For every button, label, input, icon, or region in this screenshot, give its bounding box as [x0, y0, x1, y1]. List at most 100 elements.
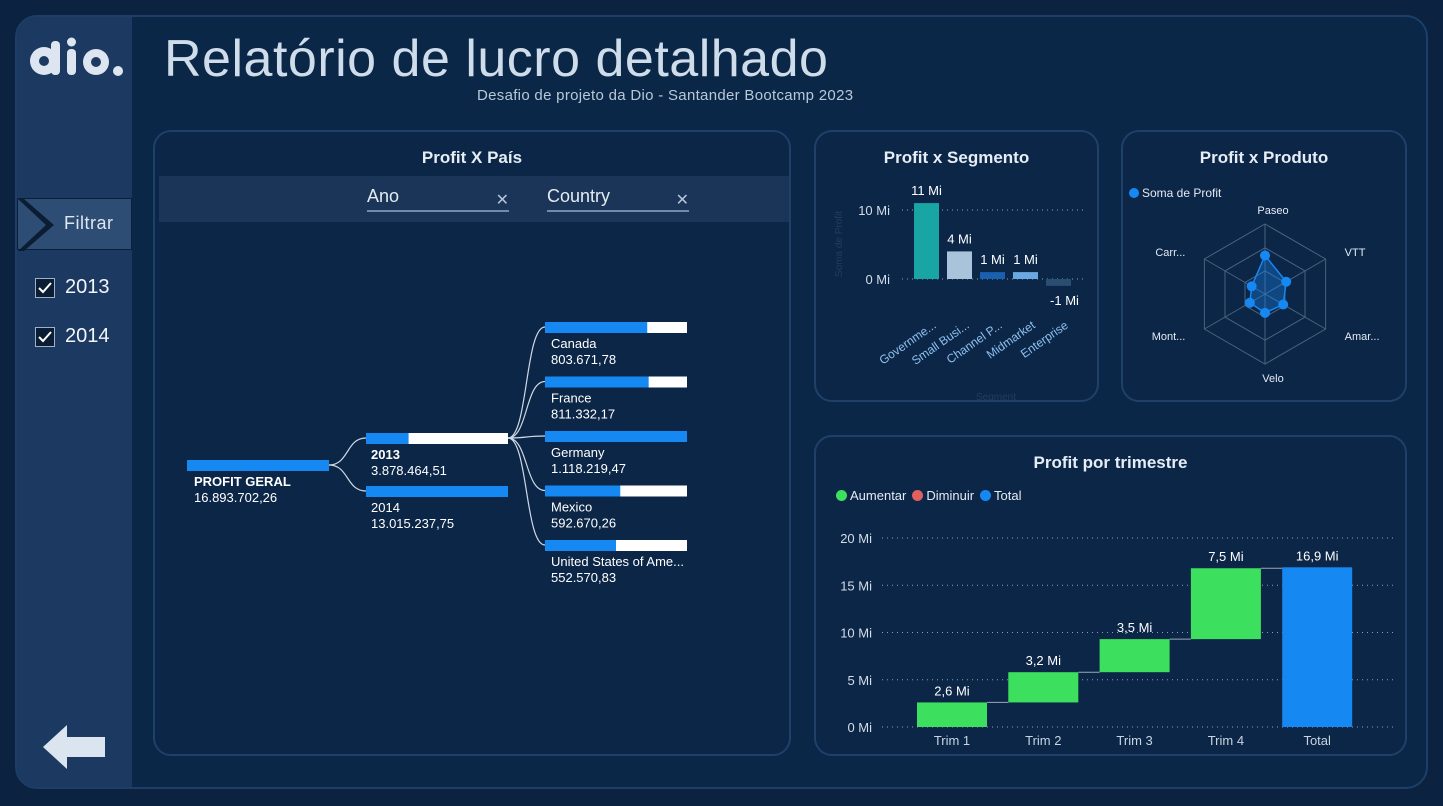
- radar-point[interactable]: [1260, 250, 1270, 261]
- waterfall-bar[interactable]: [917, 702, 987, 727]
- tree-connector: [507, 380, 546, 439]
- y-tick-label: 0 Mi: [865, 272, 890, 287]
- tree-country-value: 803.671,78: [551, 352, 616, 367]
- tree-year-label: 2014: [371, 500, 400, 515]
- legend-item-aumentar: Aumentar: [836, 488, 906, 503]
- slicer-country[interactable]: Country ✕: [547, 184, 689, 212]
- tree-country-value: 811.332,17: [551, 407, 615, 422]
- filter-button[interactable]: Filtrar: [17, 198, 132, 251]
- data-label: 7,5 Mi: [1208, 549, 1244, 564]
- x-axis-title: Segment: [976, 392, 1016, 402]
- radar-point[interactable]: [1281, 276, 1292, 287]
- tree-connector: [328, 464, 367, 492]
- segment-bar[interactable]: [914, 203, 939, 279]
- waterfall-bar[interactable]: [1190, 568, 1261, 640]
- legend-dot: [1129, 188, 1139, 198]
- legend-label: Soma de Profit: [1142, 186, 1222, 200]
- check-icon: [38, 281, 52, 293]
- waterfall-bar[interactable]: [1008, 672, 1079, 703]
- x-tick-label: Trim 1: [934, 733, 970, 748]
- tree-connector: [507, 437, 546, 546]
- report-frame: Filtrar 2013 2014 Relatório de lucro det…: [15, 15, 1428, 789]
- radar-axis-label: VTT: [1345, 247, 1366, 259]
- back-arrow-icon[interactable]: [43, 725, 105, 769]
- tree-connector: [507, 326, 546, 439]
- tree-year-bar[interactable]: [366, 433, 409, 444]
- close-icon[interactable]: ✕: [496, 190, 509, 210]
- slicer-bar: Ano ✕ Country ✕: [159, 176, 789, 222]
- waterfall-legend: Aumentar Diminuir Total: [836, 488, 1022, 503]
- tree-root-label: PROFIT GERAL: [194, 474, 291, 489]
- tree-year-label: 2013: [371, 447, 400, 462]
- tree-country-value: 592.670,26: [551, 516, 616, 531]
- y-tick-label: 5 Mi: [847, 673, 872, 688]
- tree-country-bar[interactable]: [545, 322, 648, 333]
- data-label: 2,6 Mi: [934, 683, 970, 698]
- card-profit-trimestre: Profit por trimestre Aumentar Diminuir T…: [814, 435, 1407, 756]
- tree-country-bar[interactable]: [545, 431, 687, 442]
- tree-country-label: Germany: [551, 445, 605, 460]
- y-tick-label: 0 Mi: [847, 720, 872, 735]
- segment-bar-chart: 10 Mi0 MiSoma de ProfitSegment11 MiGover…: [834, 183, 1086, 402]
- tree-connector: [507, 437, 546, 492]
- chart-title: Profit X País: [421, 148, 523, 167]
- y-tick-label: 10 Mi: [840, 626, 872, 641]
- legend-item-total: Total: [980, 488, 1022, 503]
- legend-dot: [912, 490, 924, 501]
- radar-axis-label: Mont...: [1152, 331, 1186, 343]
- tree-root-bar[interactable]: [187, 460, 329, 471]
- tree-country-label: Mexico: [551, 500, 592, 515]
- checkbox[interactable]: [35, 326, 55, 347]
- tree-country-label: France: [551, 391, 591, 406]
- tree-country-label: United States of Ame...: [551, 554, 684, 569]
- decomposition-tree: PROFIT GERAL16.893.702,26 20133.878.464,5…: [187, 322, 687, 585]
- radar-axis-label: Paseo: [1257, 205, 1288, 217]
- year-label: 2013: [65, 276, 110, 298]
- segment-bar[interactable]: [980, 272, 1005, 279]
- legend-item: Soma de Profit: [1129, 186, 1221, 200]
- card-profit-pais: Profit X País Ano ✕ Country ✕ PROFIT GER…: [153, 130, 791, 756]
- year-filter-2013[interactable]: 2013: [35, 276, 110, 299]
- radar-axis-label: Carr...: [1155, 247, 1185, 259]
- check-icon: [38, 330, 52, 342]
- radar-point[interactable]: [1278, 299, 1289, 310]
- waterfall-bar[interactable]: [1099, 639, 1170, 673]
- checkbox[interactable]: [35, 277, 55, 298]
- segment-bar[interactable]: [1013, 272, 1038, 279]
- segment-bar[interactable]: [947, 251, 972, 279]
- tree-year-value: 13.015.237,75: [371, 516, 454, 531]
- y-tick-label: 20 Mi: [840, 531, 872, 546]
- dio-logo: [30, 37, 123, 76]
- slicer-ano[interactable]: Ano ✕: [367, 184, 509, 212]
- data-label: 16,9 Mi: [1296, 548, 1339, 563]
- y-axis-title: Soma de Profit: [834, 211, 845, 277]
- sidebar: Filtrar 2013 2014: [17, 17, 132, 787]
- card-profit-segmento: Profit x Segmento 10 Mi 0 Mi Soma de Profi…: [814, 130, 1099, 402]
- year-label: 2014: [65, 325, 110, 347]
- data-label: 1 Mi: [980, 252, 1005, 267]
- radar-axis-label: Amar...: [1345, 331, 1380, 343]
- radar-point[interactable]: [1244, 297, 1255, 308]
- data-label: 11 Mi: [911, 183, 942, 198]
- chart-title: Profit x Produto: [1199, 148, 1329, 167]
- product-radar-chart: Paseo VTT Amar... Velo Mont... Carr...: [1152, 205, 1380, 385]
- data-label: 3,2 Mi: [1026, 653, 1062, 668]
- legend-dot: [836, 490, 847, 501]
- close-icon[interactable]: ✕: [676, 190, 689, 210]
- radar-point[interactable]: [1260, 307, 1270, 318]
- year-filter-2014[interactable]: 2014: [35, 325, 110, 348]
- tree-country-bar[interactable]: [545, 376, 649, 388]
- radar-point[interactable]: [1246, 281, 1257, 292]
- slicer-label: Country: [547, 186, 611, 206]
- tree-country-value: 552.570,83: [551, 570, 616, 585]
- segment-bar[interactable]: [1046, 279, 1071, 286]
- waterfall-total-bar[interactable]: [1282, 567, 1353, 727]
- tree-year-value: 3.878.464,51: [371, 463, 447, 478]
- tree-country-bar[interactable]: [545, 540, 616, 551]
- chart-title: Profit x Segmento: [883, 148, 1030, 167]
- legend-label: Diminuir: [926, 488, 975, 503]
- y-tick-label: 15 Mi: [840, 578, 872, 593]
- tree-year-bar[interactable]: [366, 486, 508, 497]
- tree-country-bar[interactable]: [545, 485, 621, 497]
- filter-label: Filtrar: [64, 213, 114, 233]
